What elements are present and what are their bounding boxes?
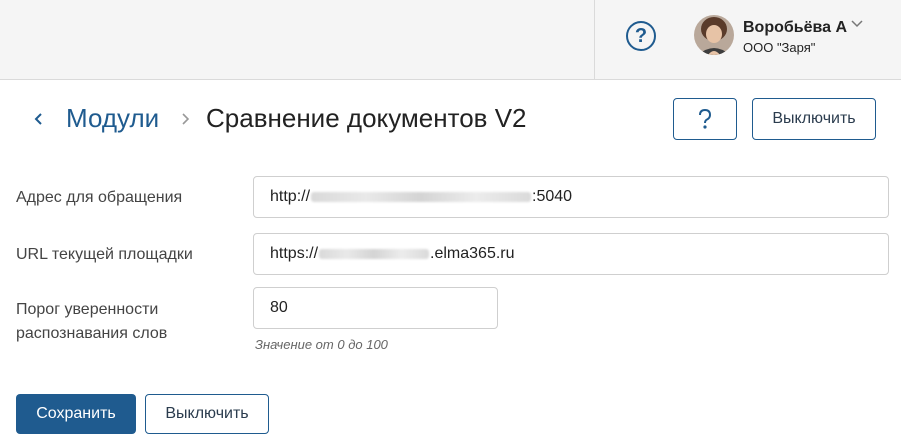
threshold-label: Порог уверенности распознавания слов [16, 298, 167, 346]
threshold-value: 80 [270, 299, 288, 316]
help-button[interactable] [673, 98, 737, 140]
site-url-input[interactable]: https:// .elma365.ru [253, 233, 889, 275]
threshold-label-line1: Порог уверенности [16, 301, 159, 318]
chevron-down-icon[interactable] [850, 17, 864, 31]
chevron-right-icon [182, 113, 190, 125]
address-input[interactable]: http:// :5040 [253, 176, 889, 218]
address-value-suffix: :5040 [532, 188, 573, 205]
save-button[interactable]: Сохранить [16, 394, 136, 434]
site-url-value-prefix: https:// [270, 245, 319, 262]
threshold-input[interactable]: 80 [253, 287, 498, 329]
user-org: ООО "Заря" [743, 40, 816, 55]
topbar-divider [594, 0, 595, 80]
disable-button-top[interactable]: Выключить [752, 98, 876, 140]
threshold-label-line2: распознавания слов [16, 325, 168, 342]
chevron-left-icon[interactable] [33, 110, 45, 128]
address-value-prefix: http:// [270, 188, 311, 205]
breadcrumb-modules-link[interactable]: Модули [66, 103, 159, 134]
question-icon [699, 108, 712, 129]
address-label: Адрес для обращения [16, 189, 183, 206]
top-bar: ? Воробьёва А ООО "Заря" [0, 0, 901, 80]
user-avatar[interactable] [694, 15, 734, 55]
site-url-label: URL текущей площадки [16, 246, 193, 263]
redacted-text [319, 249, 430, 259]
help-circle-icon[interactable]: ? [626, 21, 656, 51]
site-url-value-suffix: .elma365.ru [430, 245, 515, 262]
threshold-hint: Значение от 0 до 100 [255, 337, 388, 352]
redacted-text [311, 192, 532, 202]
user-name[interactable]: Воробьёва А [743, 19, 847, 37]
page-title: Сравнение документов V2 [206, 103, 527, 133]
disable-button-bottom[interactable]: Выключить [145, 394, 269, 434]
